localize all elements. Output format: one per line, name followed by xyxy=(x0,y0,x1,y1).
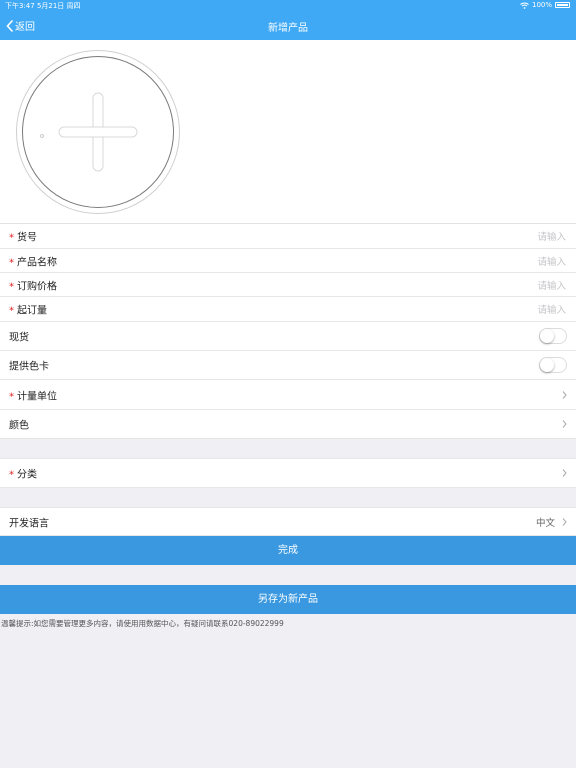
product-name-input[interactable]: 请输入 xyxy=(537,254,566,268)
nav-bar: 返回 新增产品 xyxy=(0,12,576,40)
save-as-new-button[interactable]: 另存为新产品 xyxy=(0,585,576,614)
required-mark: * xyxy=(9,469,14,481)
color-card-switch[interactable] xyxy=(539,357,567,373)
row-category[interactable]: * 分类 xyxy=(0,458,576,488)
page-title: 新增产品 xyxy=(268,23,308,34)
row-color[interactable]: 颜色 xyxy=(0,410,576,439)
required-mark: * xyxy=(9,232,14,244)
switch-knob xyxy=(540,329,554,343)
field-min-order-qty[interactable]: * 起订量 请输入 xyxy=(0,297,576,322)
switch-knob xyxy=(540,358,554,372)
hint-text: 温馨提示:如您需要管理更多内容，请使用用数据中心，有疑问请联系020-89022… xyxy=(1,619,284,628)
toggle-row-in-stock: 现货 xyxy=(0,322,576,351)
toggle-label: 现货 xyxy=(9,332,29,344)
in-stock-switch[interactable] xyxy=(539,328,567,344)
status-time-date: 下午3:47 5月21日 周四 xyxy=(5,2,81,10)
row-label: 计量单位 xyxy=(17,391,57,402)
row-label: 分类 xyxy=(17,469,37,481)
field-product-name[interactable]: * 产品名称 请输入 xyxy=(0,249,576,273)
product-image-area xyxy=(0,40,576,224)
language-value: 中文 xyxy=(535,517,555,529)
add-image-button[interactable] xyxy=(22,56,174,208)
battery-icon xyxy=(555,2,570,8)
done-button[interactable]: 完成 xyxy=(0,536,576,565)
field-order-price[interactable]: * 订购价格 请输入 xyxy=(0,273,576,297)
chevron-right-icon xyxy=(562,420,567,428)
field-label: 起订量 xyxy=(17,305,47,317)
wifi-icon xyxy=(520,2,529,9)
row-measurement-unit[interactable]: * 计量单位 xyxy=(0,380,576,410)
field-label: 订购价格 xyxy=(17,281,57,292)
chevron-right-icon xyxy=(562,390,567,399)
field-label: 货号 xyxy=(17,232,37,244)
chevron-right-icon xyxy=(562,517,567,526)
min-order-qty-input[interactable]: 请输入 xyxy=(537,302,566,316)
plus-icon xyxy=(58,92,137,171)
toggle-row-color-card: 提供色卡 xyxy=(0,351,576,380)
item-number-input[interactable]: 请输入 xyxy=(537,229,566,243)
field-label: 产品名称 xyxy=(17,257,57,268)
battery-percent: 100% xyxy=(531,1,552,9)
row-label: 颜色 xyxy=(9,420,29,432)
required-mark: * xyxy=(9,257,14,268)
decorative-dot xyxy=(40,134,44,138)
order-price-input[interactable]: 请输入 xyxy=(537,278,566,292)
required-mark: * xyxy=(9,305,14,317)
required-mark: * xyxy=(9,391,14,402)
row-dev-language[interactable]: 开发语言 中文 xyxy=(0,507,576,536)
field-item-number[interactable]: * 货号 请输入 xyxy=(0,224,576,249)
status-bar: 下午3:47 5月21日 周四 100% xyxy=(0,0,576,12)
required-mark: * xyxy=(9,281,14,292)
chevron-right-icon xyxy=(562,469,567,477)
row-label: 开发语言 xyxy=(9,518,49,529)
toggle-label: 提供色卡 xyxy=(9,361,49,373)
